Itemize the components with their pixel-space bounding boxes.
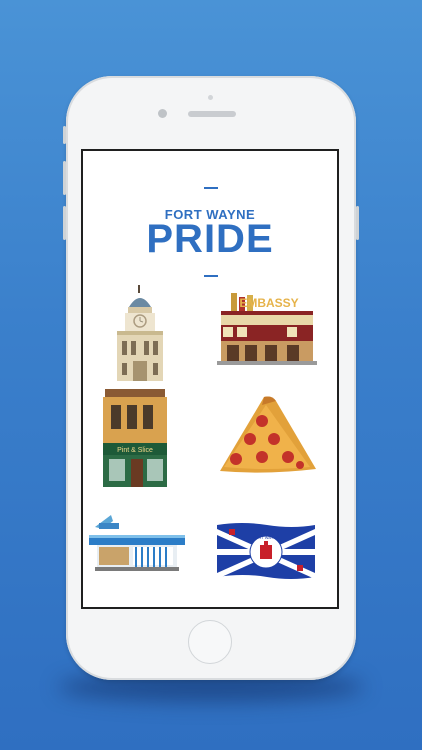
phone-frame: FORT WAYNE PRIDE EMBASSY Pint & Slice FO… <box>63 76 359 680</box>
volume-down-button <box>63 206 66 240</box>
home-button[interactable] <box>188 620 232 664</box>
flag-label: FORT WAYNE <box>253 535 279 540</box>
proximity-sensor <box>208 95 213 100</box>
front-camera-icon <box>158 109 167 118</box>
embassy-theatre-marquee-icon[interactable]: EMBASSY <box>217 293 317 365</box>
power-button <box>356 206 359 240</box>
top-divider <box>204 187 218 189</box>
bottom-divider <box>204 275 218 277</box>
earpiece-speaker <box>188 111 236 117</box>
fort-wayne-flag-icon[interactable]: FORT WAYNE <box>217 523 315 581</box>
volume-up-button <box>63 161 66 195</box>
brick-building-icon[interactable]: Pint & Slice <box>99 389 169 487</box>
app-screen: FORT WAYNE PRIDE EMBASSY Pint & Slice FO… <box>81 149 339 609</box>
courthouse-clock-tower-icon[interactable] <box>111 285 169 381</box>
embassy-sign: EMBASSY <box>239 296 298 310</box>
drive-in-restaurant-icon[interactable] <box>89 515 185 571</box>
pizza-slice-icon[interactable] <box>216 395 316 475</box>
mute-switch <box>63 126 66 144</box>
app-title: PRIDE <box>146 217 274 261</box>
pint-slice-sign: Pint & Slice <box>117 447 153 454</box>
